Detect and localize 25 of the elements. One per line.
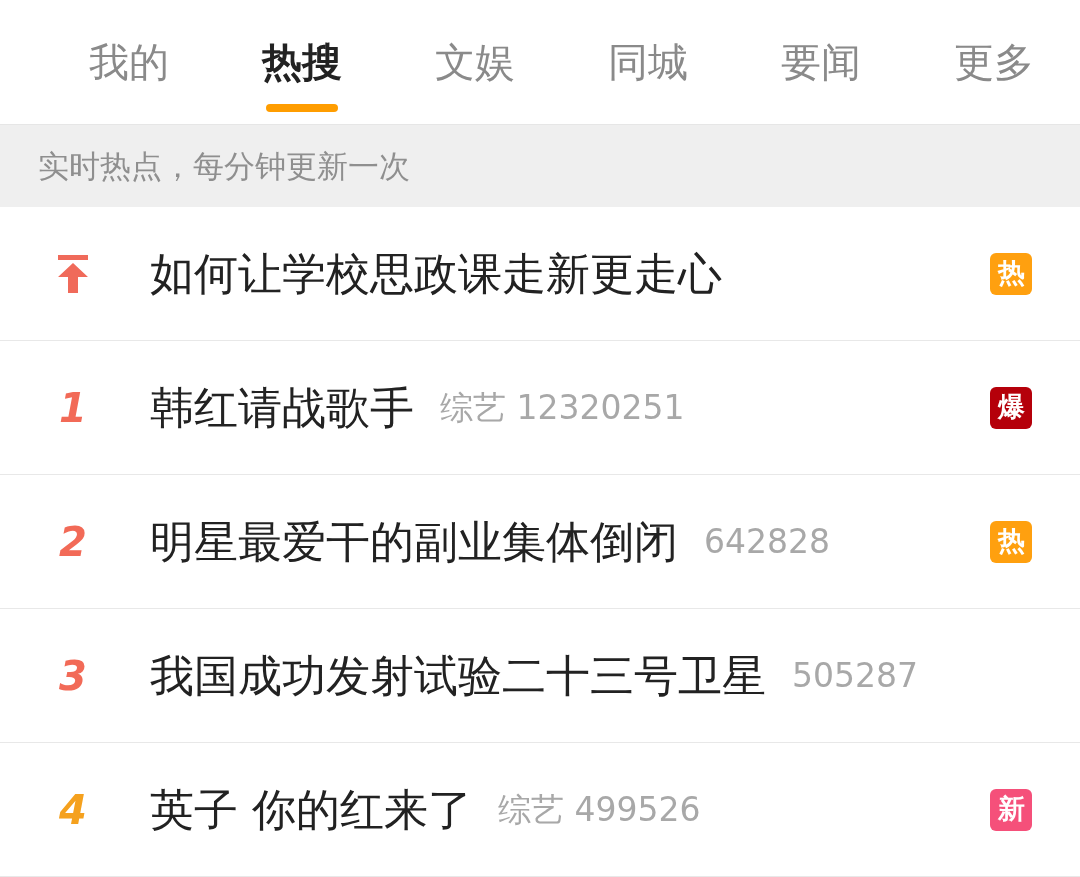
rank-number: 2 <box>59 517 87 567</box>
topic-meta: 综艺 499526 <box>498 788 701 831</box>
topic-badge: 热 <box>990 520 1032 563</box>
topic-title: 英子 你的红来了 <box>150 782 472 837</box>
tab[interactable]: 热搜 <box>215 0 388 124</box>
rank-number: 4 <box>59 785 87 835</box>
topic-title: 明星最爱干的副业集体倒闭 <box>150 514 678 569</box>
topic-title: 如何让学校思政课走新更走心 <box>150 246 722 301</box>
hot-search-row[interactable]: 如何让学校思政课走新更走心 热 <box>0 207 1080 341</box>
topic-meta: 综艺 12320251 <box>440 386 685 429</box>
rank-number: 3 <box>59 651 87 701</box>
topic-title: 我国成功发射试验二十三号卫星 <box>150 648 766 703</box>
pin-top-icon <box>56 254 90 293</box>
topic-meta: 642828 <box>704 520 830 563</box>
topic-badge: 热 <box>990 252 1032 295</box>
topic-badge: 新 <box>990 788 1032 831</box>
hot-search-row[interactable]: 2 明星最爱干的副业集体倒闭 642828 热 <box>0 475 1080 609</box>
topic-meta: 505287 <box>792 654 918 697</box>
hot-search-row[interactable]: 4 英子 你的红来了 综艺 499526 新 <box>0 743 1080 877</box>
rank-number: 1 <box>59 383 87 433</box>
notice-text: 实时热点，每分钟更新一次 <box>38 146 410 186</box>
hot-search-row[interactable]: 3 我国成功发射试验二十三号卫星 505287 <box>0 609 1080 743</box>
hot-search-row[interactable]: 1 韩红请战歌手 综艺 12320251 爆 <box>0 341 1080 475</box>
topic-title: 韩红请战歌手 <box>150 380 414 435</box>
topic-badge: 爆 <box>990 386 1032 429</box>
